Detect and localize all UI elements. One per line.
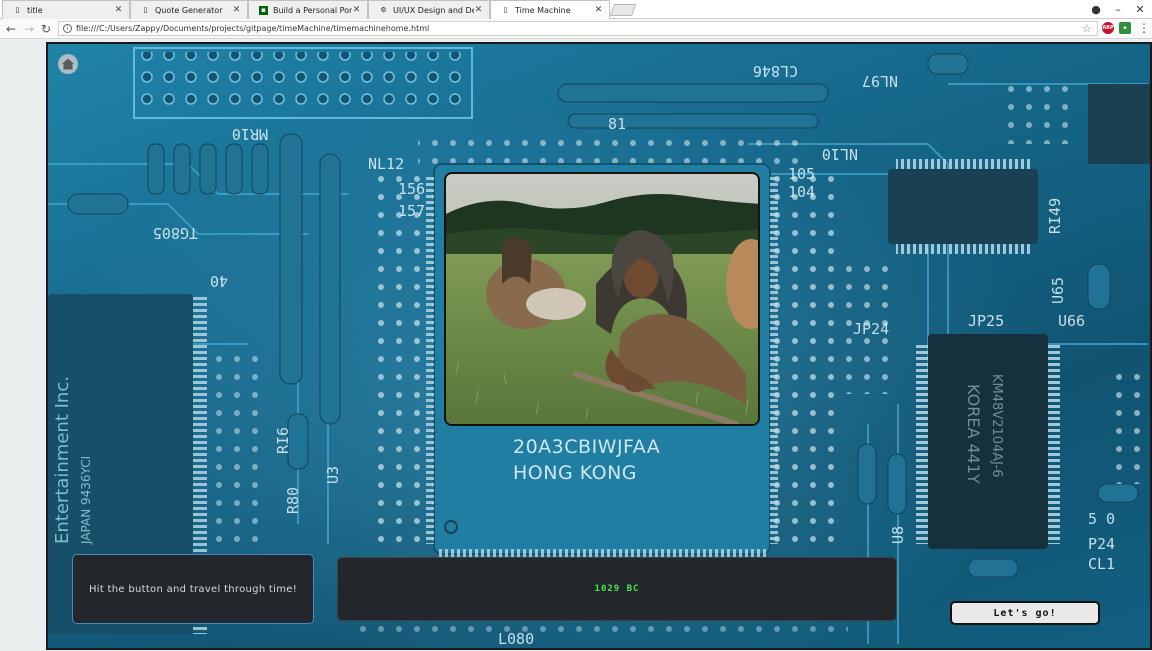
close-window-icon[interactable]: ✕: [1128, 0, 1152, 19]
lets-go-button[interactable]: Let's go!: [950, 601, 1100, 625]
close-icon[interactable]: ✕: [352, 5, 361, 15]
tab-label: Build a Personal Portfolio: [273, 5, 352, 15]
page-viewport: Entertainment Inc. JAPAN 9436YCI: [0, 40, 1152, 651]
reload-icon[interactable]: ↻: [38, 21, 54, 37]
address-bar[interactable]: i file:///C:/Users/Zappy/Documents/proje…: [58, 21, 1098, 36]
profile-icon[interactable]: ●: [1084, 0, 1108, 19]
time-machine-stage: Entertainment Inc. JAPAN 9436YCI: [46, 42, 1152, 650]
info-icon[interactable]: i: [63, 24, 72, 33]
tab-label: UI/UX Design and Develo: [393, 5, 474, 15]
tab-time-machine[interactable]: ▯ Time Machine ✕: [490, 0, 610, 19]
tab-uiux[interactable]: ⚙ UI/UX Design and Develo ✕: [368, 0, 490, 19]
bookmark-star-icon[interactable]: ☆: [1082, 22, 1092, 35]
url-text: file:///C:/Users/Zappy/Documents/project…: [76, 24, 430, 33]
extension-green-icon[interactable]: ▪: [1119, 22, 1131, 34]
message-panel: Hit the button and travel through time!: [72, 554, 314, 624]
menu-icon[interactable]: ⋮: [1138, 21, 1150, 35]
new-tab-button[interactable]: [609, 4, 637, 16]
chip-code-text: 20A3CBIWJFAA: [513, 436, 661, 458]
tab-quote-generator[interactable]: ▯ Quote Generator ✕: [130, 0, 248, 19]
back-icon[interactable]: ←: [3, 21, 19, 37]
tab-title[interactable]: ▯ title ✕: [2, 0, 130, 19]
instruction-text: Hit the button and travel through time!: [88, 583, 298, 595]
era-photo: [444, 172, 760, 426]
close-icon[interactable]: ✕: [114, 5, 123, 15]
freecodecamp-icon: ▪: [259, 5, 268, 15]
page-icon: ▯: [503, 6, 508, 14]
close-icon[interactable]: ✕: [474, 5, 483, 15]
browser-tab-strip: ▯ title ✕ ▯ Quote Generator ✕ ▪ Build a …: [0, 0, 1152, 19]
era-photo-image: [446, 174, 758, 424]
gear-icon: ⚙: [380, 6, 387, 14]
browser-toolbar: ← → ↻ i file:///C:/Users/Zappy/Documents…: [0, 19, 1152, 39]
abp-icon[interactable]: ABP: [1102, 22, 1114, 34]
page-icon: ▯: [143, 6, 148, 14]
tab-label: title: [27, 5, 43, 15]
tab-label: Time Machine: [515, 5, 571, 15]
forward-icon[interactable]: →: [21, 21, 37, 37]
year-text: 1029 BC: [594, 584, 640, 594]
close-icon[interactable]: ✕: [232, 5, 241, 15]
tab-portfolio[interactable]: ▪ Build a Personal Portfolio ✕: [248, 0, 368, 19]
page-icon: ▯: [15, 6, 20, 14]
home-icon[interactable]: [58, 54, 78, 74]
chip-origin-text: HONG KONG: [513, 462, 638, 484]
year-display-panel: 1029 BC: [337, 557, 897, 621]
minimize-icon[interactable]: –: [1106, 0, 1130, 19]
tab-label: Quote Generator: [155, 5, 223, 15]
close-icon[interactable]: ✕: [594, 5, 603, 15]
